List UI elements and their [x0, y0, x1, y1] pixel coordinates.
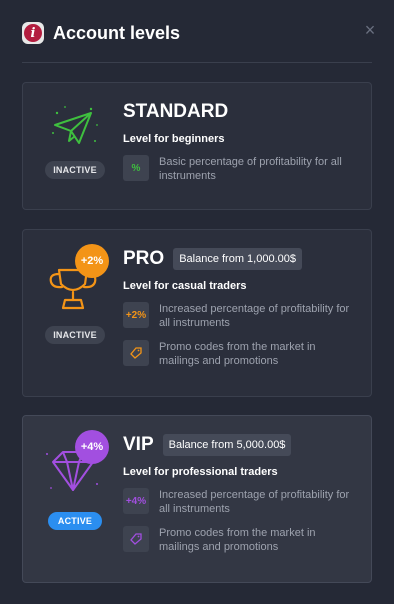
feature-item: Promo codes from the market in mailings … [123, 526, 357, 554]
level-name: STANDARD [123, 101, 229, 122]
balance-requirement: Balance from 5,000.00$ [162, 434, 292, 456]
feature-item: +2% Increased percentage of profitabilit… [123, 302, 357, 330]
status-badge: INACTIVE [45, 161, 105, 179]
level-description: Level for beginners [123, 133, 225, 145]
level-icon-area: +4% ACTIVE [39, 430, 111, 530]
level-card-standard: INACTIVE STANDARD Level for beginners % … [22, 82, 372, 210]
feature-item: Promo codes from the market in mailings … [123, 340, 357, 368]
level-name: PRO [123, 248, 165, 269]
bonus-badge: +4% [75, 430, 109, 464]
feature-text: Promo codes from the market in mailings … [159, 341, 316, 367]
modal-title: Account levels [53, 22, 181, 43]
level-icon-area: +2% INACTIVE [39, 244, 111, 344]
paper-plane-icon [52, 106, 98, 144]
level-description: Level for casual traders [123, 280, 247, 292]
level-card-pro: +2% INACTIVE PRO Balance from 1,000.00$ … [22, 229, 372, 397]
feature-item: +4% Increased percentage of profitabilit… [123, 488, 357, 516]
level-icon-area: INACTIVE [39, 103, 111, 179]
bonus-percent-icon: +4% [123, 488, 149, 514]
tag-icon [123, 526, 149, 552]
tag-icon [123, 340, 149, 366]
level-description: Level for professional traders [123, 466, 278, 478]
feature-item: % Basic percentage of profitability for … [123, 155, 357, 183]
bonus-percent-icon: +2% [123, 302, 149, 328]
status-badge: ACTIVE [47, 512, 103, 530]
info-icon: i [22, 22, 44, 44]
feature-text: Basic percentage of profitability for al… [159, 156, 342, 182]
divider [22, 62, 372, 63]
feature-text: Increased percentage of profitability fo… [159, 489, 350, 515]
bonus-badge: +2% [75, 244, 109, 278]
percent-icon: % [123, 155, 149, 181]
level-name: VIP [123, 434, 154, 455]
close-icon[interactable]: × [362, 21, 378, 39]
modal-header: i Account levels × [22, 20, 378, 46]
status-badge: INACTIVE [45, 326, 105, 344]
level-card-vip: +4% ACTIVE VIP Balance from 5,000.00$ Le… [22, 415, 372, 583]
feature-text: Promo codes from the market in mailings … [159, 527, 316, 553]
balance-requirement: Balance from 1,000.00$ [173, 248, 302, 270]
feature-text: Increased percentage of profitability fo… [159, 303, 350, 329]
